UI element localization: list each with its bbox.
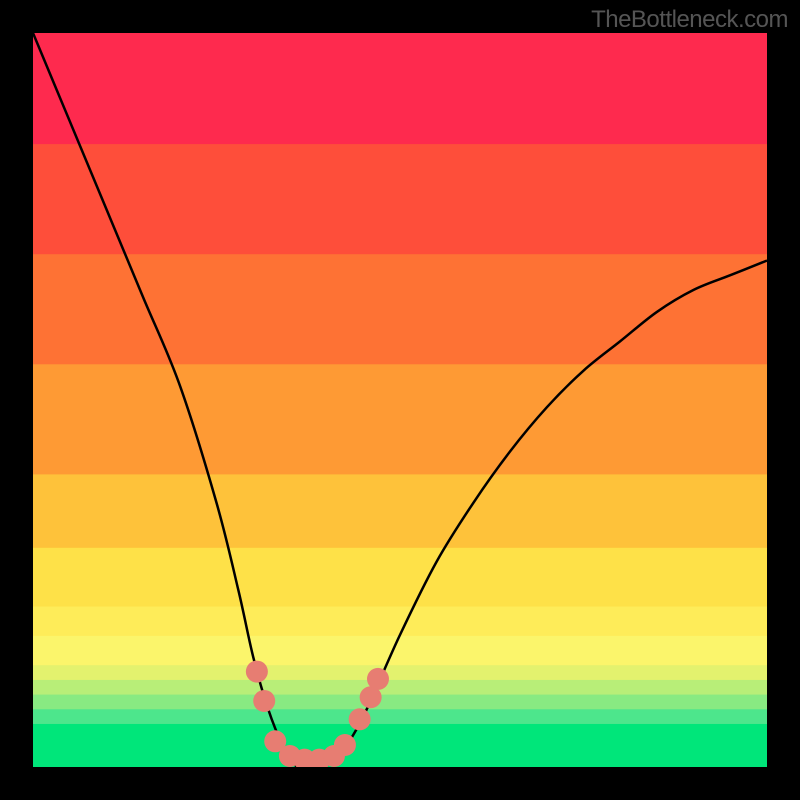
chart-svg <box>33 33 767 767</box>
curve-marker <box>367 668 389 690</box>
curve-marker <box>246 661 268 683</box>
curve-marker <box>253 690 275 712</box>
watermark-text: TheBottleneck.com <box>591 6 788 34</box>
curve-marker <box>334 734 356 756</box>
gradient-background <box>33 33 767 767</box>
curve-marker <box>349 708 371 730</box>
bottleneck-chart <box>33 33 767 767</box>
